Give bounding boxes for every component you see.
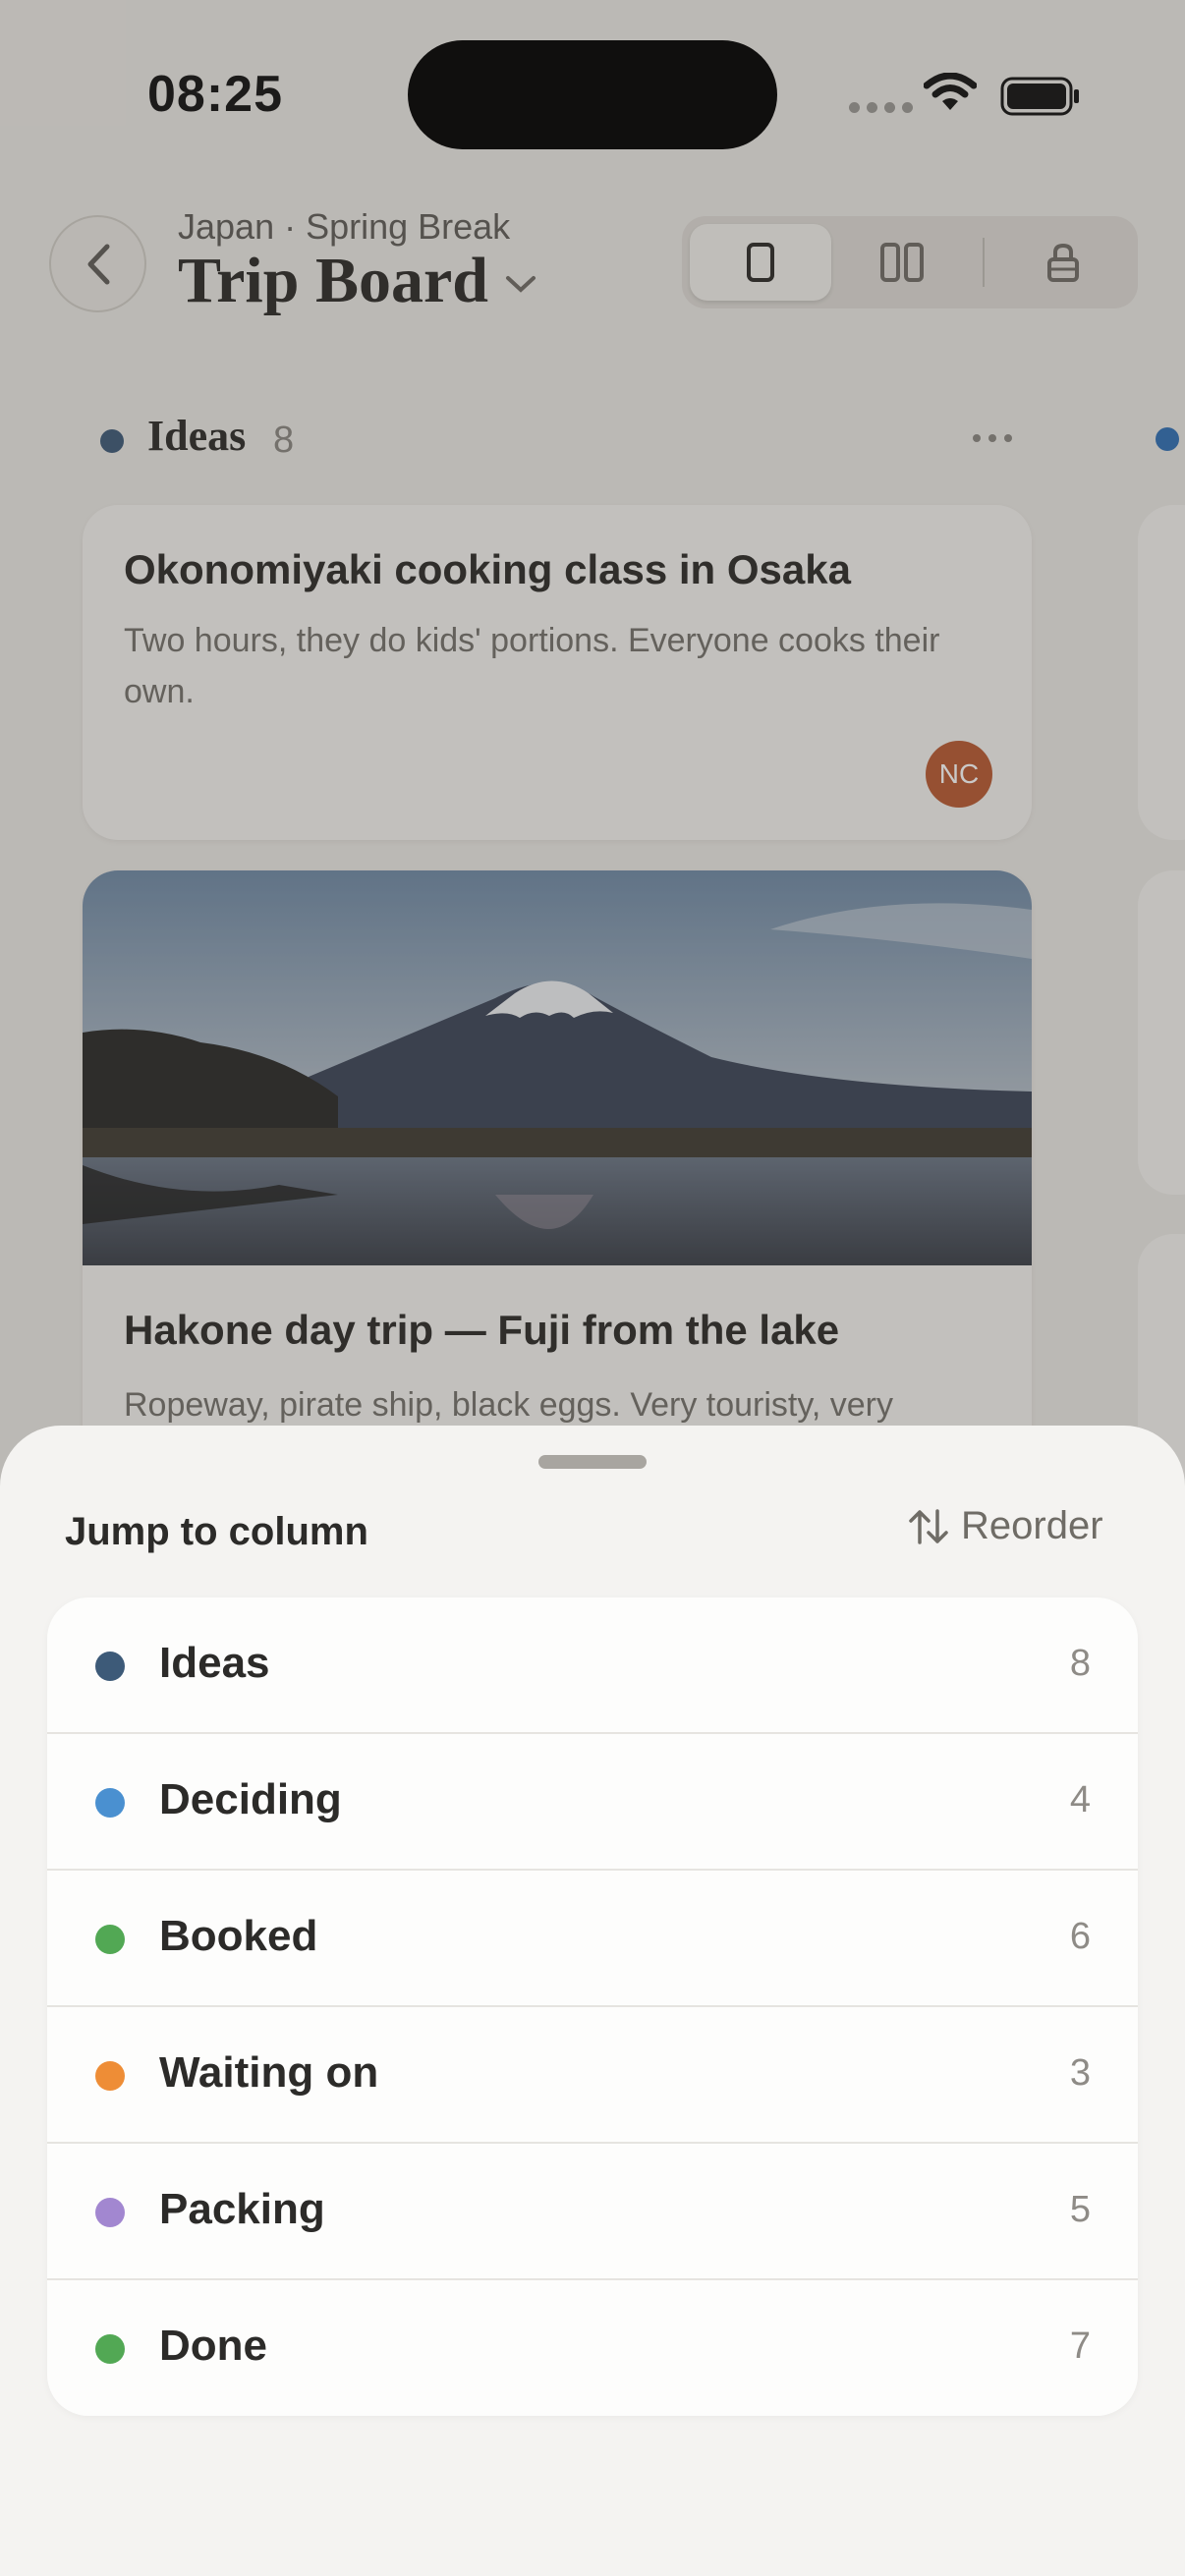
column-row-packing[interactable]: Packing 5 bbox=[47, 2144, 1138, 2280]
column-row-ideas[interactable]: Ideas 8 bbox=[47, 1597, 1138, 1734]
column-color-dot bbox=[95, 2061, 125, 2091]
column-name: Ideas bbox=[159, 1639, 270, 1687]
reorder-button[interactable]: Reorder bbox=[908, 1504, 1103, 1548]
column-color-dot bbox=[95, 1925, 125, 1954]
column-count: 7 bbox=[1069, 2325, 1091, 2367]
column-list: Ideas 8 Deciding 4 Booked 6 Waiting on 3… bbox=[47, 1597, 1138, 2416]
sheet-grabber[interactable] bbox=[538, 1455, 647, 1469]
column-name: Waiting on bbox=[159, 2048, 379, 2097]
jump-to-column-sheet: Jump to column Reorder Ideas 8 Deciding … bbox=[0, 1426, 1185, 2576]
column-color-dot bbox=[95, 1652, 125, 1681]
column-name: Packing bbox=[159, 2185, 325, 2233]
sheet-title: Jump to column bbox=[65, 1510, 368, 1553]
column-row-done[interactable]: Done 7 bbox=[47, 2280, 1138, 2416]
column-row-waiting-on[interactable]: Waiting on 3 bbox=[47, 2007, 1138, 2144]
sort-arrows-icon bbox=[909, 1508, 948, 1544]
column-count: 4 bbox=[1069, 1779, 1091, 1820]
column-row-deciding[interactable]: Deciding 4 bbox=[47, 1734, 1138, 1871]
column-count: 6 bbox=[1069, 1916, 1091, 1957]
column-name: Deciding bbox=[159, 1775, 342, 1823]
column-name: Done bbox=[159, 2322, 267, 2370]
column-row-booked[interactable]: Booked 6 bbox=[47, 1871, 1138, 2007]
column-name: Booked bbox=[159, 1912, 318, 1960]
column-count: 3 bbox=[1069, 2052, 1091, 2094]
column-count: 8 bbox=[1069, 1643, 1091, 1684]
reorder-label: Reorder bbox=[961, 1504, 1103, 1547]
column-color-dot bbox=[95, 2334, 125, 2364]
column-color-dot bbox=[95, 1788, 125, 1818]
column-color-dot bbox=[95, 2198, 125, 2227]
column-count: 5 bbox=[1069, 2189, 1091, 2230]
